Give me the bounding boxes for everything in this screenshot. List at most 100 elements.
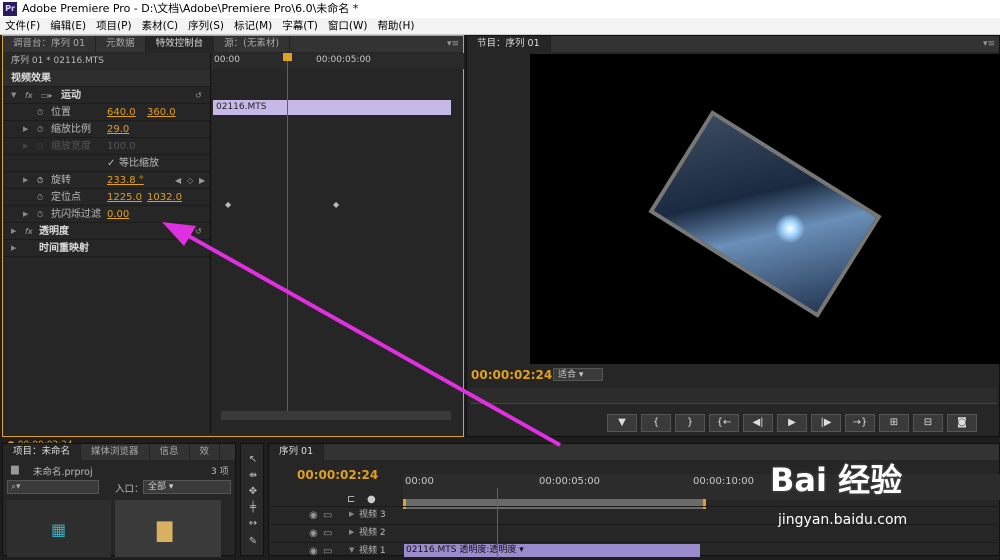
eye-icon[interactable]: ◉ — [309, 510, 318, 521]
bin-thumbnail[interactable]: ▇ — [115, 500, 221, 557]
collapse-icon[interactable]: ▼ — [349, 546, 354, 554]
tab-project[interactable]: 项目：未命名 — [3, 444, 82, 460]
play-button[interactable]: ▶ — [777, 414, 807, 432]
tab-effect-controls[interactable]: 特效控制台 — [145, 36, 215, 52]
tl-current-time[interactable]: 00:00:02:24 — [297, 468, 378, 482]
scale-value[interactable]: 29.0 — [107, 121, 129, 138]
lift-button[interactable]: ⊞ — [879, 414, 909, 432]
zoom-fit-select[interactable]: 适合 ▾ — [553, 368, 603, 381]
add-keyframe-icon[interactable]: ◇ — [187, 172, 193, 189]
anchor-x-value[interactable]: 1225.0 — [107, 189, 142, 206]
prev-keyframe-icon[interactable]: ◀ — [175, 172, 181, 189]
tab-audio-mixer[interactable]: 调音台：序列 01 — [3, 36, 97, 52]
pm-time-ruler[interactable] — [471, 388, 997, 404]
in-select[interactable]: 全部 ▾ — [143, 480, 231, 494]
sequence-icon: ▦ — [51, 520, 67, 539]
go-to-in-button[interactable]: {← — [709, 414, 739, 432]
tl-playhead[interactable] — [497, 488, 498, 558]
lock-icon[interactable]: ▭ — [323, 546, 332, 557]
expand-icon[interactable]: ▶ — [349, 510, 354, 518]
project-search-input[interactable]: ⌕▾ — [7, 480, 99, 494]
uniform-scale-checkbox[interactable]: ✓ — [107, 155, 115, 172]
lock-icon[interactable]: ▭ — [323, 528, 332, 539]
eye-icon[interactable]: ◉ — [309, 546, 318, 557]
marker-icon[interactable]: ● — [367, 494, 376, 505]
extract-button[interactable]: ⊟ — [913, 414, 943, 432]
expand-icon[interactable]: ▶ — [23, 172, 28, 189]
tab-metadata[interactable]: 元数据 — [96, 36, 146, 52]
tab-info[interactable]: 信息 — [150, 444, 190, 460]
stopwatch-icon[interactable]: ⏱ — [37, 104, 43, 121]
mark-in-button[interactable]: { — [641, 414, 671, 432]
mark-out-button[interactable]: } — [675, 414, 705, 432]
ec-scrollbar[interactable] — [221, 411, 451, 420]
ec-playhead[interactable] — [287, 53, 288, 413]
expand-icon[interactable]: ▶ — [23, 121, 28, 138]
proj-tabbar: 项目：未命名 媒体浏览器 信息 效 — [3, 444, 235, 460]
tab-effects[interactable]: 效 — [190, 444, 221, 460]
step-back-button[interactable]: ◀| — [743, 414, 773, 432]
menu-title[interactable]: 字幕(T) — [277, 18, 323, 34]
ripple-edit-tool-icon[interactable]: ✥ — [245, 486, 261, 500]
flicker-value[interactable]: 0.00 — [107, 206, 129, 223]
go-to-out-button[interactable]: →} — [845, 414, 875, 432]
tab-source[interactable]: 源：(无素材) — [214, 36, 291, 52]
expand-icon[interactable]: ▶ — [11, 240, 16, 257]
ec-clip-bar[interactable]: 02116.MTS — [213, 100, 451, 115]
sequence-thumbnail[interactable]: ▦ — [7, 500, 111, 557]
menu-marker[interactable]: 标记(M) — [229, 18, 277, 34]
fx-icon[interactable]: fx — [25, 87, 33, 104]
tab-media-browser[interactable]: 媒体浏览器 — [81, 444, 150, 460]
next-keyframe-icon[interactable]: ▶ — [199, 172, 205, 189]
pm-current-time[interactable]: 00:00:02:24 — [471, 368, 552, 382]
rotated-video-clip — [648, 110, 882, 318]
anchor-y-value[interactable]: 1032.0 — [147, 189, 182, 206]
ec-time-ruler[interactable]: 00:00 00:00:05:00 — [211, 53, 464, 69]
stopwatch-active-icon[interactable]: ⏱ — [37, 172, 43, 189]
menu-sequence[interactable]: 序列(S) — [183, 18, 229, 34]
expand-icon[interactable]: ▶ — [23, 206, 28, 223]
menu-edit[interactable]: 编辑(E) — [45, 18, 91, 34]
position-x-value[interactable]: 640.0 — [107, 104, 136, 121]
stopwatch-icon[interactable]: ⏱ — [37, 121, 43, 138]
snap-icon[interactable]: ⊏ — [347, 494, 355, 505]
add-marker-button[interactable]: ▼ — [607, 414, 637, 432]
expand-icon[interactable]: ▶ — [349, 528, 354, 536]
panel-menu-icon[interactable]: ▾≡ — [983, 36, 995, 52]
menu-help[interactable]: 帮助(H) — [372, 18, 419, 34]
lock-icon[interactable]: ▭ — [323, 510, 332, 521]
keyframe-icon[interactable]: ◆ — [333, 200, 339, 209]
stopwatch-icon[interactable]: ⏱ — [37, 189, 43, 206]
menu-window[interactable]: 窗口(W) — [323, 18, 373, 34]
rotation-value[interactable]: 233.8 ° — [107, 172, 144, 189]
tab-sequence[interactable]: 序列 01 — [269, 444, 325, 460]
position-y-value[interactable]: 360.0 — [147, 104, 176, 121]
ec-playhead-handle[interactable] — [283, 53, 292, 61]
timeline-clip[interactable]: 02116.MTS 透明度:透明度 ▾ — [404, 544, 700, 557]
fx-icon[interactable]: fx — [25, 223, 33, 240]
tl-time-ruler[interactable]: 00:00 00:00:05:00 00:00:10:00 — [403, 474, 1000, 500]
step-forward-button[interactable]: |▶ — [811, 414, 841, 432]
time-remap-row[interactable]: ▶ 时间重映射 — [3, 240, 210, 257]
export-frame-button[interactable]: ◙ — [947, 414, 977, 432]
menu-file[interactable]: 文件(F) — [0, 18, 45, 34]
stopwatch-icon[interactable]: ⏱ — [37, 206, 43, 223]
baidu-watermark: Bai 经验 — [770, 461, 903, 499]
razor-tool-icon[interactable]: ✎ — [245, 536, 261, 550]
panel-menu-icon[interactable]: ▾≡ — [447, 36, 459, 52]
track-select-tool-icon[interactable]: ⇻ — [245, 470, 261, 484]
eye-icon[interactable]: ◉ — [309, 528, 318, 539]
selection-tool-icon[interactable]: ↖ — [245, 454, 261, 468]
reset-icon[interactable]: ↺ — [195, 87, 202, 104]
opacity-row[interactable]: ▶ fx 透明度 ↺ — [3, 223, 210, 240]
motion-row[interactable]: ▼ fx ▭▸ 运动 ↺ — [3, 87, 210, 104]
reset-icon[interactable]: ↺ — [195, 223, 202, 240]
menu-clip[interactable]: 素材(C) — [137, 18, 184, 34]
expand-icon[interactable]: ▼ — [11, 87, 16, 104]
expand-icon[interactable]: ▶ — [11, 223, 16, 240]
rate-stretch-tool-icon[interactable]: ↔ — [245, 518, 261, 532]
menu-project[interactable]: 项目(P) — [91, 18, 137, 34]
keyframe-icon[interactable]: ◆ — [225, 200, 231, 209]
tab-program[interactable]: 节目：序列 01 — [467, 36, 551, 52]
rolling-edit-tool-icon[interactable]: ╪ — [245, 502, 261, 516]
